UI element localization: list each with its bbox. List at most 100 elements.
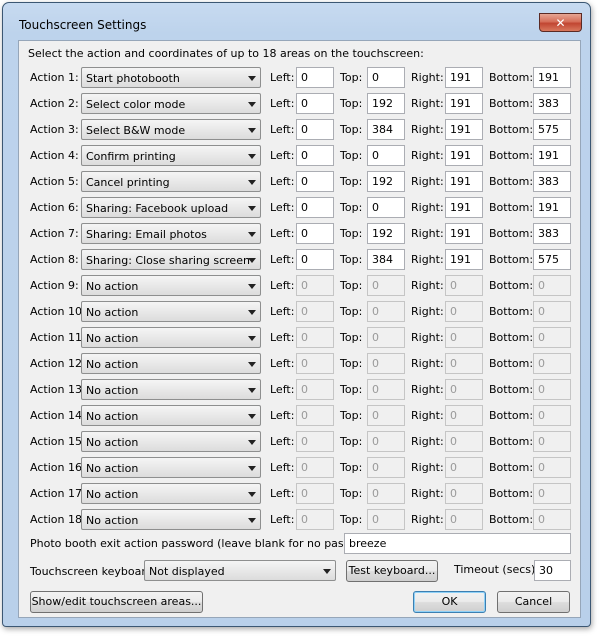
right-input[interactable] [445, 405, 483, 426]
action-select[interactable]: No action [81, 483, 261, 504]
left-input[interactable] [296, 171, 334, 192]
right-input[interactable] [445, 457, 483, 478]
left-input[interactable] [296, 509, 334, 530]
right-input[interactable] [445, 145, 483, 166]
left-input[interactable] [296, 67, 334, 88]
top-input[interactable] [367, 405, 405, 426]
top-input[interactable] [367, 509, 405, 530]
action-select[interactable]: No action [81, 353, 261, 374]
action-select[interactable]: No action [81, 301, 261, 322]
bottom-input[interactable] [533, 405, 571, 426]
top-input[interactable] [367, 275, 405, 296]
action-select[interactable]: No action [81, 457, 261, 478]
action-select[interactable]: No action [81, 509, 261, 530]
top-input[interactable] [367, 67, 405, 88]
top-input[interactable] [367, 457, 405, 478]
show-edit-areas-button[interactable]: Show/edit touchscreen areas... [30, 591, 203, 613]
action-select[interactable]: Sharing: Email photos [81, 223, 261, 244]
ok-button[interactable]: OK [413, 591, 486, 613]
top-input[interactable] [367, 327, 405, 348]
bottom-input[interactable] [533, 145, 571, 166]
left-input[interactable] [296, 249, 334, 270]
action-select[interactable]: No action [81, 405, 261, 426]
left-input[interactable] [296, 431, 334, 452]
left-input[interactable] [296, 353, 334, 374]
right-input[interactable] [445, 301, 483, 322]
right-input[interactable] [445, 171, 483, 192]
bottom-input[interactable] [533, 275, 571, 296]
top-input[interactable] [367, 93, 405, 114]
left-input[interactable] [296, 457, 334, 478]
bottom-input[interactable] [533, 67, 571, 88]
action-select[interactable]: No action [81, 327, 261, 348]
bottom-input[interactable] [533, 197, 571, 218]
bottom-input[interactable] [533, 301, 571, 322]
right-input[interactable] [445, 197, 483, 218]
left-input[interactable] [296, 405, 334, 426]
bottom-input[interactable] [533, 457, 571, 478]
right-input[interactable] [445, 275, 483, 296]
top-input[interactable] [367, 145, 405, 166]
bottom-input[interactable] [533, 249, 571, 270]
action-select[interactable]: No action [81, 275, 261, 296]
bottom-input[interactable] [533, 119, 571, 140]
bottom-input[interactable] [533, 353, 571, 374]
right-input[interactable] [445, 249, 483, 270]
right-label: Right: [411, 175, 444, 188]
left-input[interactable] [296, 483, 334, 504]
bottom-input[interactable] [533, 93, 571, 114]
bottom-input[interactable] [533, 223, 571, 244]
action-select[interactable]: Select B&W mode [81, 119, 261, 140]
top-input[interactable] [367, 431, 405, 452]
close-button[interactable]: ✕ [539, 13, 582, 32]
left-input[interactable] [296, 301, 334, 322]
action-select[interactable]: Sharing: Facebook upload [81, 197, 261, 218]
bottom-input[interactable] [533, 509, 571, 530]
action-select[interactable]: Cancel printing [81, 171, 261, 192]
action-select-value: No action [86, 358, 139, 371]
test-keyboard-button[interactable]: Test keyboard... [346, 560, 438, 582]
left-input[interactable] [296, 223, 334, 244]
top-input[interactable] [367, 379, 405, 400]
right-input[interactable] [445, 353, 483, 374]
top-input[interactable] [367, 197, 405, 218]
cancel-button[interactable]: Cancel [497, 591, 570, 613]
top-input[interactable] [367, 483, 405, 504]
bottom-input[interactable] [533, 379, 571, 400]
left-input[interactable] [296, 197, 334, 218]
left-input[interactable] [296, 145, 334, 166]
action-select[interactable]: Select color mode [81, 93, 261, 114]
top-input[interactable] [367, 301, 405, 322]
top-input[interactable] [367, 171, 405, 192]
right-input[interactable] [445, 119, 483, 140]
action-select[interactable]: No action [81, 379, 261, 400]
left-input[interactable] [296, 379, 334, 400]
left-input[interactable] [296, 119, 334, 140]
action-select[interactable]: No action [81, 431, 261, 452]
action-select[interactable]: Confirm printing [81, 145, 261, 166]
right-input[interactable] [445, 327, 483, 348]
bottom-input[interactable] [533, 483, 571, 504]
right-input[interactable] [445, 223, 483, 244]
keyboard-select[interactable]: Not displayed [144, 560, 336, 581]
password-input[interactable] [344, 533, 571, 554]
right-input[interactable] [445, 67, 483, 88]
action-select[interactable]: Start photobooth [81, 67, 261, 88]
right-input[interactable] [445, 483, 483, 504]
left-input[interactable] [296, 327, 334, 348]
bottom-input[interactable] [533, 431, 571, 452]
timeout-input[interactable] [534, 560, 571, 581]
right-input[interactable] [445, 93, 483, 114]
right-input[interactable] [445, 431, 483, 452]
top-input[interactable] [367, 353, 405, 374]
action-select[interactable]: Sharing: Close sharing screen [81, 249, 261, 270]
left-input[interactable] [296, 93, 334, 114]
left-input[interactable] [296, 275, 334, 296]
top-input[interactable] [367, 119, 405, 140]
right-input[interactable] [445, 379, 483, 400]
right-input[interactable] [445, 509, 483, 530]
top-input[interactable] [367, 223, 405, 244]
top-input[interactable] [367, 249, 405, 270]
bottom-input[interactable] [533, 327, 571, 348]
bottom-input[interactable] [533, 171, 571, 192]
